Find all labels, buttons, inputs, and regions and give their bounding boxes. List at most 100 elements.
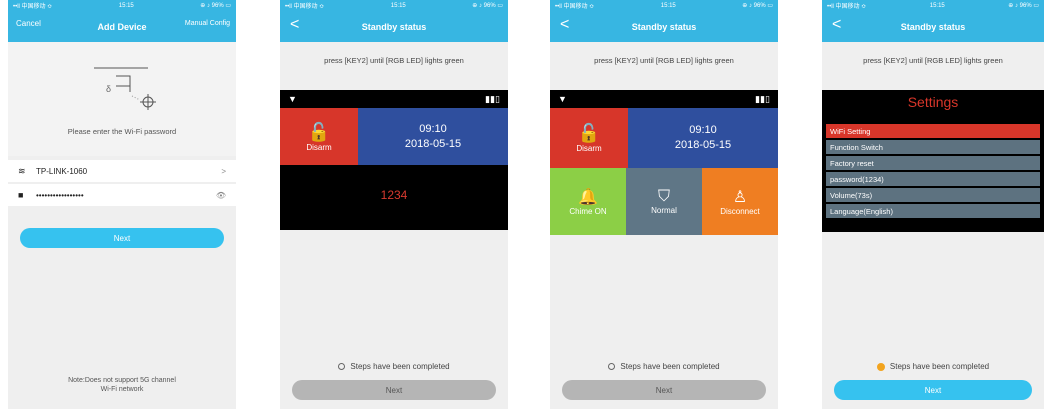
- battery-text: ⊕ ♪ 96% ▭: [1008, 3, 1039, 9]
- disconnect-tile[interactable]: ♙ Disconnect: [702, 168, 778, 235]
- status-bar: ••ll 中国移动 ≎ 15:15 ⊕ ♪ 96% ▭: [8, 0, 236, 11]
- clock: 15:15: [660, 2, 676, 9]
- battery-text: ⊕ ♪ 96% ▭: [200, 3, 231, 9]
- settings-menu: WiFi Setting Function Switch Factory res…: [826, 124, 1040, 220]
- password-hint: Please enter the Wi-Fi password: [67, 127, 177, 136]
- next-button[interactable]: Next: [834, 380, 1032, 400]
- time-display: 09:10: [419, 122, 447, 135]
- settings-title: Settings: [907, 94, 959, 110]
- page-title: Add Device: [97, 21, 147, 32]
- chime-label: Chime ON: [569, 207, 607, 216]
- menu-item-wifi-setting[interactable]: WiFi Setting: [826, 124, 1040, 138]
- date-display: 2018-05-15: [674, 139, 732, 151]
- status-bar: ••ll 中国移动 ≎ 15:15 ⊕ ♪ 96% ▭: [822, 0, 1044, 11]
- clock: 15:15: [390, 2, 406, 9]
- antenna-icon: ▼: [558, 94, 567, 104]
- datetime-tile: 09:10 2018-05-15: [358, 108, 508, 165]
- lock-icon: ■: [18, 190, 24, 200]
- shield-icon: ⛉: [657, 188, 670, 205]
- back-icon[interactable]: <: [560, 16, 569, 34]
- battery-text: ⊕ ♪ 96% ▭: [472, 3, 503, 9]
- nav-bar: < Standby status: [280, 11, 508, 42]
- menu-item-password[interactable]: password(1234): [826, 172, 1040, 186]
- progress-status: Steps have been completed: [550, 362, 778, 371]
- eye-icon[interactable]: 👁: [216, 191, 226, 200]
- menu-item-function-switch[interactable]: Function Switch: [826, 140, 1040, 154]
- clock: 15:15: [118, 2, 134, 9]
- time-display: 09:10: [689, 124, 717, 136]
- nav-bar: Cancel Add Device Manual Config: [8, 11, 236, 42]
- device-display: ▼ ▮▮▯ 🔓 Disarm 09:10 2018-05-15 1234: [280, 90, 508, 230]
- svg-text:δ: δ: [106, 84, 111, 94]
- next-button[interactable]: Next: [20, 228, 224, 248]
- back-icon[interactable]: <: [290, 16, 299, 34]
- standby-screen-2: ••ll 中国移动 ≎ 15:15 ⊕ ♪ 96% ▭ < Standby st…: [550, 0, 778, 409]
- antenna-icon: ▼: [288, 94, 297, 104]
- page-title: Standby status: [900, 21, 966, 32]
- disarm-tile[interactable]: 🔓 Disarm: [550, 108, 628, 168]
- progress-status: Steps have been completed: [822, 362, 1044, 371]
- progress-text: Steps have been completed: [889, 362, 990, 371]
- standby-screen-1: ••ll 中国移动 ≎ 15:15 ⊕ ♪ 96% ▭ < Standby st…: [280, 0, 508, 409]
- date-display: 2018-05-15: [404, 137, 462, 150]
- disarm-tile[interactable]: 🔓 Disarm: [280, 108, 358, 165]
- status-bar: ••ll 中国移动 ≎ 15:15 ⊕ ♪ 96% ▭: [550, 0, 778, 11]
- instruction-text: press [KEY2] until [RGB LED] lights gree…: [863, 56, 1003, 65]
- battery-text: ⊕ ♪ 96% ▭: [742, 3, 773, 9]
- unlock-icon: 🔓: [307, 121, 331, 142]
- back-icon[interactable]: <: [832, 16, 841, 34]
- note-line-1: Note:Does not support 5G channel: [68, 377, 176, 384]
- datetime-tile: 09:10 2018-05-15: [628, 108, 778, 168]
- battery-icon: ▮▮▯: [485, 93, 500, 104]
- wifi-icon: ≋: [18, 165, 26, 176]
- disconnect-label: Disconnect: [720, 207, 760, 216]
- chime-tile[interactable]: 🔔 Chime ON: [550, 168, 626, 235]
- next-button[interactable]: Next: [292, 380, 496, 400]
- manual-config-button[interactable]: Manual Config: [185, 20, 230, 27]
- add-device-screen: ••ll 中国移动 ≎ 15:15 ⊕ ♪ 96% ▭ Cancel Add D…: [8, 0, 236, 409]
- ssid-value: TP-LINK-1060: [36, 166, 88, 176]
- device-status-row: ▼ ▮▮▯: [280, 90, 508, 108]
- normal-label: Normal: [651, 206, 677, 215]
- status-bar: ••ll 中国移动 ≎ 15:15 ⊕ ♪ 96% ▭: [280, 0, 508, 11]
- menu-item-volume[interactable]: Volume(73s): [826, 188, 1040, 202]
- wifi-password-row[interactable]: ■ ••••••••••••••••• 👁: [8, 184, 236, 206]
- page-title: Standby status: [631, 21, 697, 32]
- bell-icon: 🔔: [578, 189, 598, 206]
- wifi-router-icon: δ: [94, 67, 156, 110]
- password-field[interactable]: •••••••••••••••••: [36, 191, 216, 200]
- menu-item-language[interactable]: Language(English): [826, 204, 1040, 218]
- cancel-button[interactable]: Cancel: [16, 19, 41, 28]
- wifi-ssid-row[interactable]: ≋ TP-LINK-1060 >: [8, 160, 236, 182]
- signal-text: ••ll 中国移动 ≎: [13, 4, 53, 10]
- user-icon: ♙: [732, 189, 748, 206]
- clock: 15:15: [929, 2, 945, 9]
- settings-panel: Settings WiFi Setting Function Switch Fa…: [822, 90, 1044, 232]
- device-status-row: ▼ ▮▮▯: [550, 90, 778, 108]
- instruction-text: press [KEY2] until [RGB LED] lights gree…: [594, 56, 734, 65]
- instruction-text: press [KEY2] until [RGB LED] lights gree…: [324, 56, 464, 65]
- nav-bar: < Standby status: [822, 11, 1044, 42]
- progress-text: Steps have been completed: [350, 362, 450, 371]
- unlock-icon: 🔓: [577, 123, 601, 143]
- wifi-illustration-card: δ Please enter the Wi-Fi password: [8, 42, 236, 156]
- normal-tile[interactable]: ⛉ Normal: [626, 168, 702, 235]
- battery-icon: ▮▮▯: [755, 93, 770, 104]
- note-line-2: Wi-Fi network: [100, 386, 144, 393]
- nav-bar: < Standby status: [550, 11, 778, 42]
- pin-code-display: 1234: [380, 188, 408, 202]
- page-title: Standby status: [361, 21, 427, 32]
- settings-screen: ••ll 中国移动 ≎ 15:15 ⊕ ♪ 96% ▭ < Standby st…: [822, 0, 1044, 409]
- menu-item-factory-reset[interactable]: Factory reset: [826, 156, 1040, 170]
- progress-text: Steps have been completed: [620, 362, 720, 371]
- loading-icon: [338, 363, 346, 370]
- disarm-label: Disarm: [576, 144, 602, 153]
- progress-dot-icon: [876, 362, 885, 371]
- note-text: Note:Does not support 5G channel Wi-Fi n…: [8, 376, 236, 394]
- next-button[interactable]: Next: [562, 380, 766, 400]
- disarm-label: Disarm: [306, 142, 332, 152]
- loading-icon: [608, 363, 616, 370]
- progress-status: Steps have been completed: [280, 362, 508, 371]
- chevron-right-icon: >: [221, 166, 226, 176]
- signal-text: ••ll 中国移动 ≎: [827, 4, 867, 10]
